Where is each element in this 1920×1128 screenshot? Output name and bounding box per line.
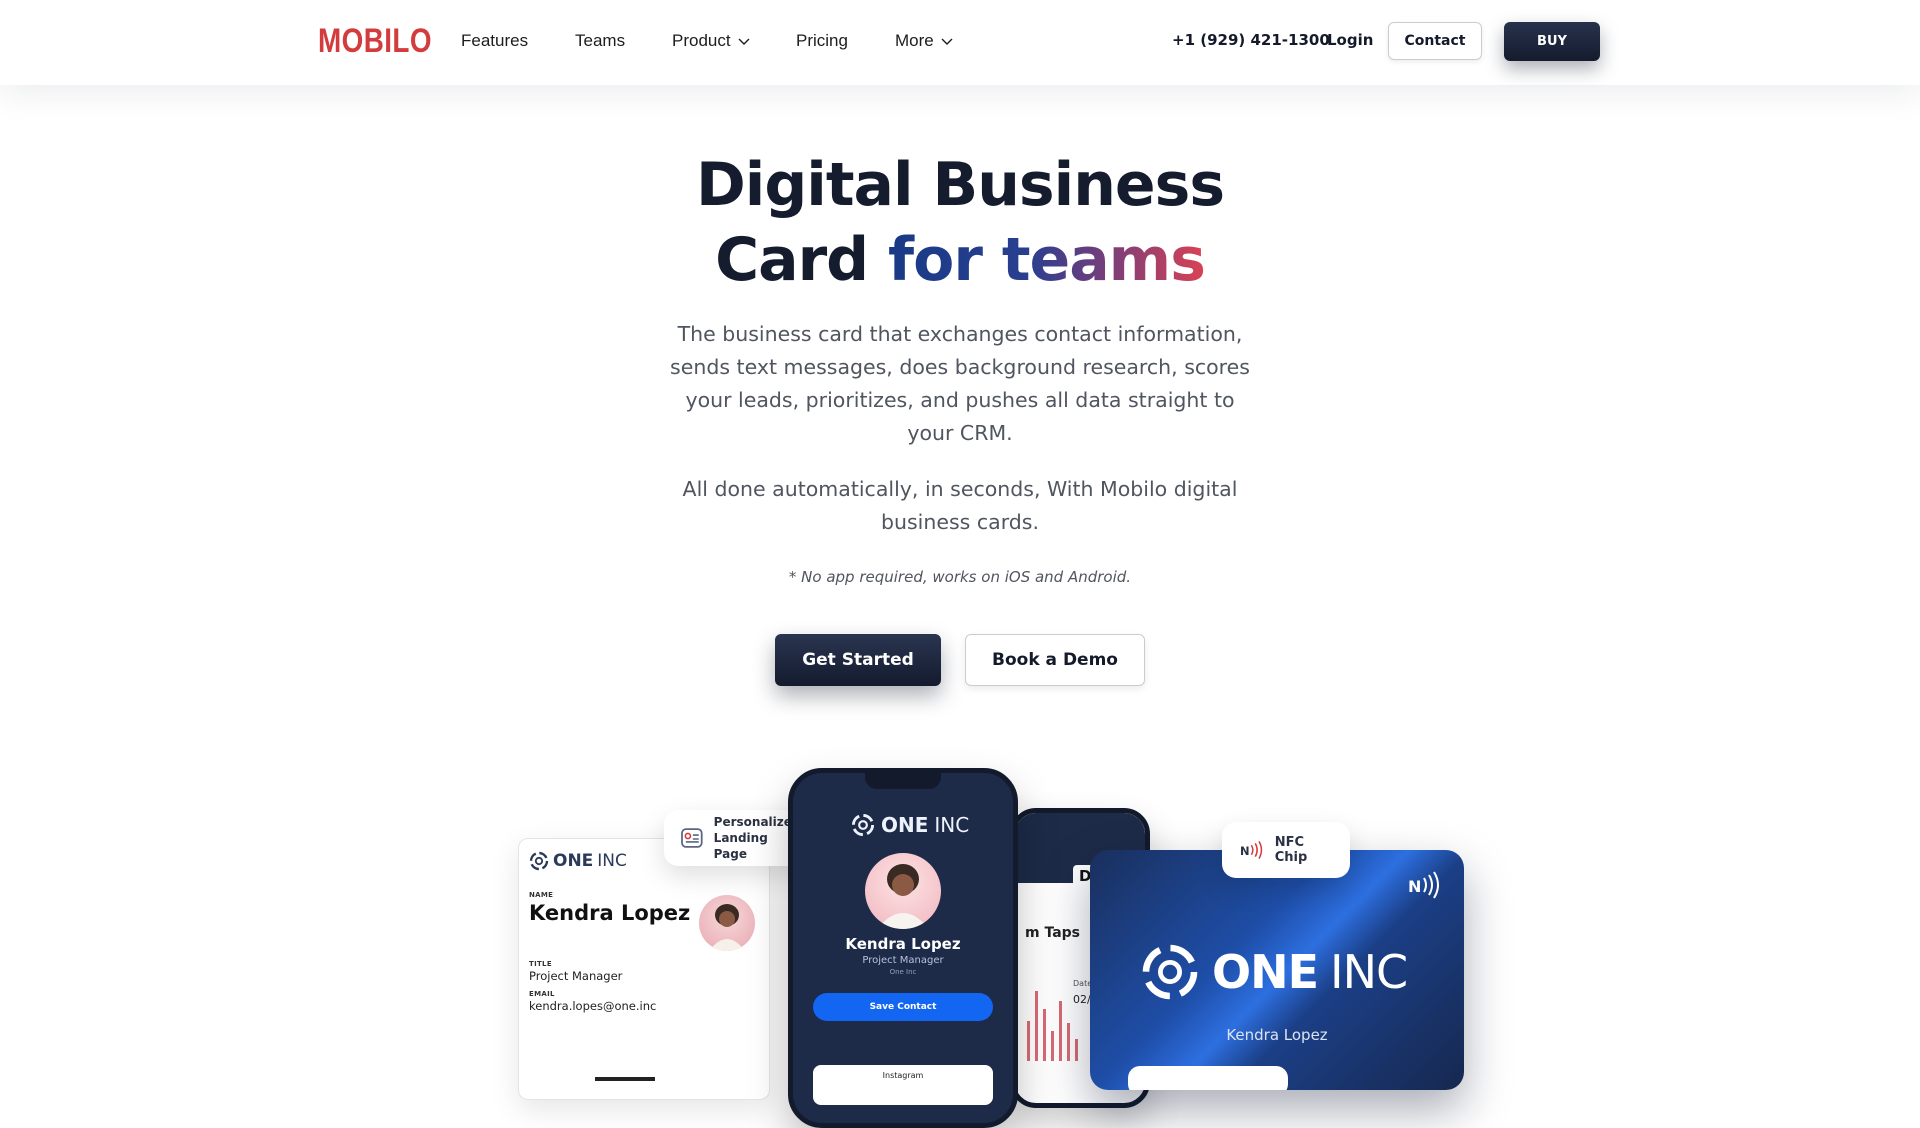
person-photo <box>709 904 745 951</box>
card-name: Kendra Lopez <box>529 901 691 925</box>
nfc-business-card: N ONE INC Kendra Lopez <box>1090 850 1464 1090</box>
nfc-badge-text: NFC Chip <box>1274 835 1308 865</box>
buy-button[interactable]: BUY <box>1504 22 1600 61</box>
login-link[interactable]: Login <box>1327 31 1373 49</box>
profile-card-icon <box>681 828 703 848</box>
hero-title-card: Card <box>715 225 869 295</box>
taps-bar-chart <box>1027 991 1078 1061</box>
brand-inc: INC <box>1330 945 1408 999</box>
nav-teams[interactable]: Teams <box>575 31 625 51</box>
phone-brand: ONE INC <box>851 813 969 837</box>
profile-name: Kendra Lopez <box>845 935 961 953</box>
phone-notch <box>865 773 941 789</box>
profile-phone: ONE INC Kendra Lopez Project Manager One … <box>788 768 1018 1128</box>
hero-title: Digital Business Card for teams <box>0 148 1920 298</box>
instagram-link: Instagram <box>813 1065 993 1105</box>
nav-more-label: More <box>895 31 934 50</box>
site-header: MOBILO Features Teams Product Pricing Mo… <box>0 0 1920 85</box>
card-brand: ONE INC <box>529 851 627 871</box>
one-inc-logo-icon <box>851 813 875 837</box>
nav-product[interactable]: Product <box>672 31 751 51</box>
chevron-down-icon <box>941 38 953 45</box>
card-title: Project Manager <box>529 969 623 983</box>
one-inc-logo-icon <box>529 851 549 871</box>
nfc-icon: N <box>1240 841 1263 859</box>
nav-pricing[interactable]: Pricing <box>796 31 848 51</box>
nfc-card-name: Kendra Lopez <box>1226 1026 1328 1044</box>
nav-teams-label: Teams <box>575 31 626 50</box>
get-started-button[interactable]: Get Started <box>775 634 941 686</box>
avatar <box>865 853 941 929</box>
nav-pricing-label: Pricing <box>796 31 848 50</box>
paper-business-card: ONE INC NAME Kendra Lopez TITLE Project M… <box>518 838 770 1100</box>
brand-inc: INC <box>934 813 970 837</box>
mobilo-logo[interactable]: MOBILO <box>318 22 432 61</box>
name-label: NAME <box>529 891 554 899</box>
book-demo-button[interactable]: Book a Demo <box>965 634 1145 686</box>
card-email: kendra.lopes@one.inc <box>529 999 657 1013</box>
chevron-down-icon <box>738 38 750 45</box>
card-stand <box>1128 1066 1288 1090</box>
phone-number-link[interactable]: +1 (929) 421-1300 <box>1172 31 1330 49</box>
one-inc-logo-icon <box>1142 944 1198 1000</box>
nfc-card-brand: ONE INC <box>1140 942 1408 1002</box>
divider <box>595 1077 655 1081</box>
hero-title-highlight: for teams <box>888 225 1206 295</box>
nav-features[interactable]: Features <box>461 31 528 51</box>
profile-company: One Inc <box>889 968 917 976</box>
brand-one: ONE <box>553 851 594 871</box>
brand-inc: INC <box>597 851 627 871</box>
nav-product-label: Product <box>672 31 731 50</box>
brand-one: ONE <box>1212 945 1319 999</box>
avatar <box>699 895 755 951</box>
nav-features-label: Features <box>461 31 529 50</box>
nfc-wave-icon: N <box>1408 871 1439 899</box>
save-contact-button: Save Contact <box>813 993 993 1021</box>
contact-button[interactable]: Contact <box>1388 22 1482 60</box>
brand-one: ONE <box>881 813 929 837</box>
profile-role: Project Manager <box>862 955 944 966</box>
email-label: EMAIL <box>529 990 555 998</box>
title-label: TITLE <box>529 960 552 968</box>
taps-label: m Taps <box>1025 925 1081 941</box>
hero-description: The business card that exchanges contact… <box>670 322 1250 445</box>
svg-text:N: N <box>1408 877 1421 896</box>
person-photo <box>877 864 929 929</box>
svg-text:N: N <box>1240 844 1250 858</box>
platform-note: * No app required, works on iOS and Andr… <box>788 568 1132 586</box>
hero-description-secondary: All done automatically, in seconds, With… <box>682 477 1238 534</box>
hero-title-line1: Digital Business <box>695 150 1225 220</box>
nfc-chip-badge: N NFC Chip <box>1222 822 1350 878</box>
nav-more[interactable]: More <box>895 31 954 51</box>
